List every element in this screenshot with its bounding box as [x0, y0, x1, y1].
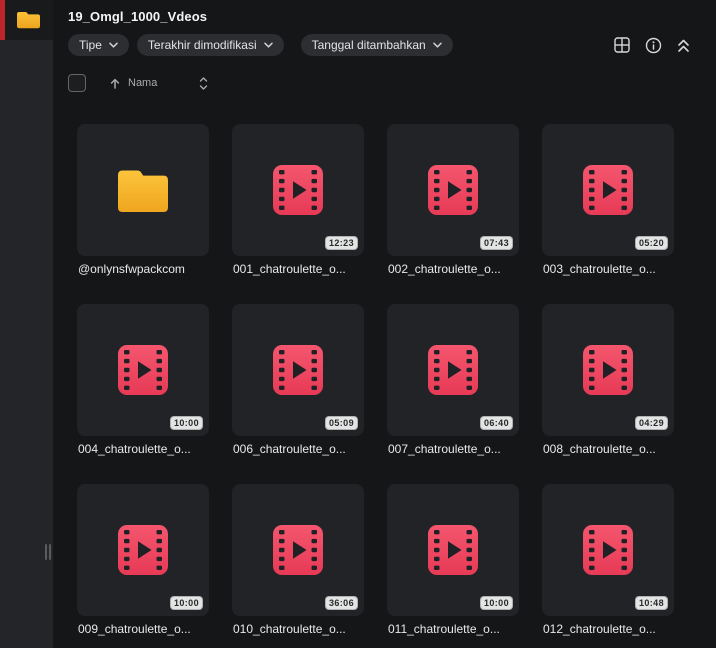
file-thumbnail[interactable]: 12:23 [232, 124, 364, 256]
file-thumbnail[interactable]: 36:06 [232, 484, 364, 616]
filter-modified-button[interactable]: Terakhir dimodifikasi [136, 34, 284, 56]
file-name: 002_chatroulette_o... [388, 262, 501, 276]
file-thumbnail[interactable] [77, 124, 209, 256]
filter-type-label: Tipe [79, 38, 102, 52]
file-name: 007_chatroulette_o... [388, 442, 501, 456]
select-all-checkbox[interactable] [68, 74, 86, 92]
file-thumbnail[interactable]: 10:00 [387, 484, 519, 616]
video-icon [428, 525, 478, 575]
chevron-down-icon [109, 42, 118, 48]
duration-badge: 04:29 [634, 416, 668, 430]
video-icon [428, 165, 478, 215]
selected-accent-bar [0, 0, 5, 40]
file-thumbnail[interactable]: 06:40 [387, 304, 519, 436]
duration-badge: 05:09 [324, 416, 358, 430]
info-icon [645, 37, 662, 53]
video-icon [273, 525, 323, 575]
file-name: 001_chatroulette_o... [233, 262, 346, 276]
video-icon [118, 525, 168, 575]
video-icon [428, 345, 478, 395]
sidebar-item-current-folder[interactable] [0, 0, 53, 40]
video-icon [118, 345, 168, 395]
sort-field-label[interactable]: Nama [128, 77, 157, 89]
video-file-tile[interactable]: 10:00 011_chatroulette_o... [387, 484, 519, 636]
file-grid: @onlynsfwpackcom 12:23 001_chatroulette_… [77, 124, 716, 636]
video-icon [583, 525, 633, 575]
file-thumbnail[interactable]: 04:29 [542, 304, 674, 436]
video-file-tile[interactable]: 10:00 004_chatroulette_o... [77, 304, 209, 456]
file-name: @onlynsfwpackcom [78, 262, 185, 276]
filter-date-added-label: Tanggal ditambahkan [311, 38, 426, 52]
folder-icon [118, 170, 168, 212]
file-name: 006_chatroulette_o... [233, 442, 346, 456]
file-name: 004_chatroulette_o... [78, 442, 191, 456]
duration-badge: 05:20 [634, 236, 668, 250]
file-thumbnail[interactable]: 07:43 [387, 124, 519, 256]
video-icon [583, 345, 633, 395]
collapse-button[interactable] [677, 38, 690, 53]
grid-view-button[interactable] [614, 37, 630, 53]
video-icon [273, 165, 323, 215]
arrow-up-icon [110, 78, 120, 89]
file-thumbnail[interactable]: 05:09 [232, 304, 364, 436]
sort-toggle-button[interactable] [199, 76, 208, 91]
sort-updown-icon [200, 76, 208, 90]
video-file-tile[interactable]: 12:23 001_chatroulette_o... [232, 124, 364, 276]
duration-badge: 36:06 [324, 596, 358, 610]
file-name: 009_chatroulette_o... [78, 622, 191, 636]
duration-badge: 10:48 [634, 596, 668, 610]
duration-badge: 06:40 [479, 416, 513, 430]
main-content: 19_Omgl_1000_Vdeos Tipe Terakhir dimodif… [53, 0, 716, 648]
file-thumbnail[interactable]: 05:20 [542, 124, 674, 256]
filter-date-added-button[interactable]: Tanggal ditambahkan [300, 34, 453, 56]
filter-bar: Tipe Terakhir dimodifikasi Tanggal ditam… [68, 34, 716, 56]
folder-tile[interactable]: @onlynsfwpackcom [77, 124, 209, 276]
filter-modified-label: Terakhir dimodifikasi [147, 38, 257, 52]
video-file-tile[interactable]: 10:00 009_chatroulette_o... [77, 484, 209, 636]
filter-type-button[interactable]: Tipe [68, 34, 129, 56]
list-header: Nama [68, 74, 716, 92]
duration-badge: 10:00 [479, 596, 513, 610]
file-thumbnail[interactable]: 10:48 [542, 484, 674, 616]
file-name: 008_chatroulette_o... [543, 442, 656, 456]
video-file-tile[interactable]: 04:29 008_chatroulette_o... [542, 304, 674, 456]
sidebar-resize-handle-icon[interactable] [45, 544, 51, 560]
video-file-tile[interactable]: 05:09 006_chatroulette_o... [232, 304, 364, 456]
duration-badge: 10:00 [169, 596, 203, 610]
sort-direction-button[interactable] [110, 78, 120, 89]
sidebar [0, 0, 53, 648]
collapse-icon [678, 39, 689, 52]
file-name: 003_chatroulette_o... [543, 262, 656, 276]
file-thumbnail[interactable]: 10:00 [77, 484, 209, 616]
file-thumbnail[interactable]: 10:00 [77, 304, 209, 436]
folder-icon [16, 12, 40, 29]
video-file-tile[interactable]: 07:43 002_chatroulette_o... [387, 124, 519, 276]
page-title: 19_Omgl_1000_Vdeos [68, 9, 208, 24]
video-file-tile[interactable]: 06:40 007_chatroulette_o... [387, 304, 519, 456]
file-name: 012_chatroulette_o... [543, 622, 656, 636]
chevron-down-icon [263, 42, 273, 48]
chevron-down-icon [432, 42, 442, 48]
duration-badge: 07:43 [479, 236, 513, 250]
file-name: 011_chatroulette_o... [388, 622, 500, 636]
duration-badge: 10:00 [169, 416, 203, 430]
video-icon [273, 345, 323, 395]
video-file-tile[interactable]: 36:06 010_chatroulette_o... [232, 484, 364, 636]
duration-badge: 12:23 [324, 236, 358, 250]
toolbar [614, 37, 690, 54]
video-icon [583, 165, 633, 215]
info-button[interactable] [645, 37, 662, 54]
video-file-tile[interactable]: 05:20 003_chatroulette_o... [542, 124, 674, 276]
file-name: 010_chatroulette_o... [233, 622, 346, 636]
grid-view-icon [614, 37, 630, 53]
video-file-tile[interactable]: 10:48 012_chatroulette_o... [542, 484, 674, 636]
